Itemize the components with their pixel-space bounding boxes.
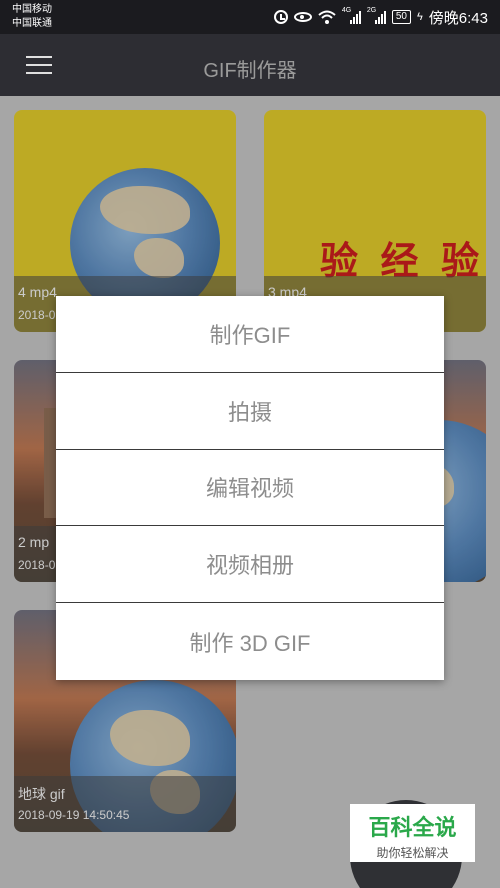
signal-4g-tag: 4G xyxy=(341,7,352,14)
make-3d-gif-option[interactable]: 制作 3D GIF xyxy=(56,603,444,680)
shoot-option[interactable]: 拍摄 xyxy=(56,373,444,450)
battery-icon: 50 xyxy=(391,10,411,24)
eye-icon xyxy=(293,12,312,22)
video-album-option[interactable]: 视频相册 xyxy=(56,526,444,604)
watermark-title: 百科全说 xyxy=(368,815,457,840)
status-bar: 中国移动 中国联通 4G 2G 50 ϟ 傍晚6:43 xyxy=(0,0,500,34)
charging-icon: ϟ xyxy=(416,11,423,23)
edit-video-option[interactable]: 编辑视频 xyxy=(56,450,444,527)
clock: 傍晚6:43 xyxy=(428,9,488,27)
wifi-icon xyxy=(318,10,336,24)
watermark-subtitle: 助你轻松解决 xyxy=(376,846,449,860)
carrier-1: 中国移动 xyxy=(12,4,52,15)
watermark-logo: 百科全说 助你轻松解决 xyxy=(350,804,475,862)
app-bar: GIF制作器 xyxy=(0,34,500,96)
carrier-info: 中国移动 中国联通 xyxy=(12,3,52,31)
action-dialog: 制作GIF 拍摄 编辑视频 视频相册 制作 3D GIF xyxy=(56,296,444,680)
carrier-2: 中国联通 xyxy=(12,18,52,29)
signal-2g-tag: 2G xyxy=(366,7,377,14)
status-icons: 4G 2G 50 ϟ 傍晚6:43 xyxy=(273,7,488,27)
signal-4g-icon: 4G xyxy=(341,7,361,24)
page-title: GIF制作器 xyxy=(203,60,297,82)
alarm-icon xyxy=(273,10,288,24)
signal-2g-icon: 2G xyxy=(366,7,386,24)
make-gif-option[interactable]: 制作GIF xyxy=(56,296,444,373)
